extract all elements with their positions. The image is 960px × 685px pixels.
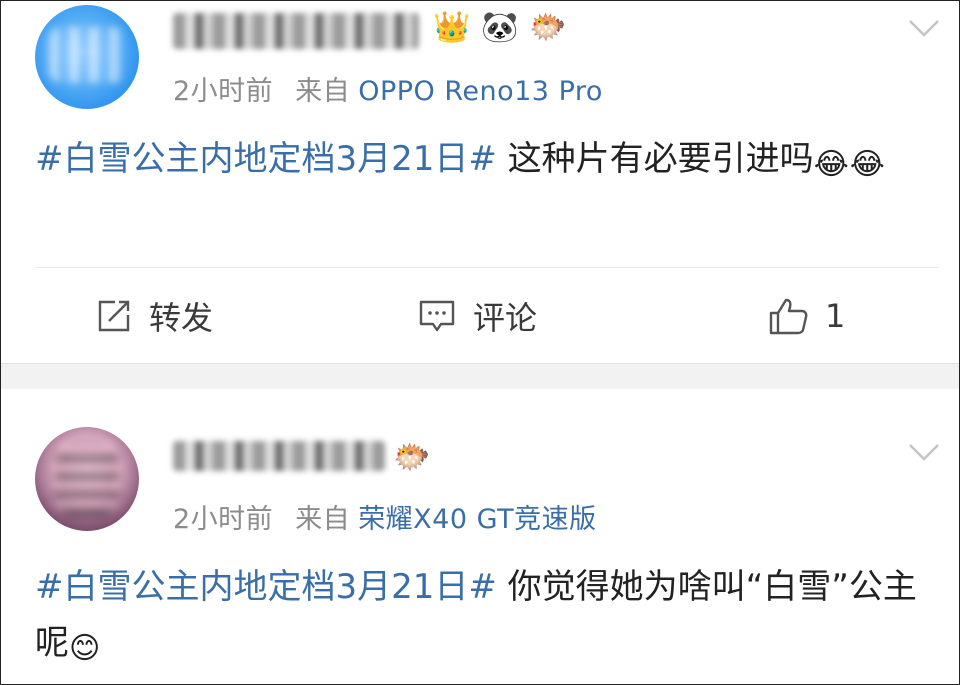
repost-icon xyxy=(98,300,130,332)
panda-icon: 🐼 xyxy=(481,10,519,45)
post-card: 👑 🐼 🐡 2小时前 来自 OPPO Reno13 Pro #白雪公主内地定档3月2… xyxy=(1,1,959,363)
source-label: 来自 xyxy=(295,504,351,535)
comment-button[interactable]: 评论 xyxy=(417,291,537,341)
laugh-cry-emoji-icon: 😂 xyxy=(813,147,849,182)
comment-label: 评论 xyxy=(473,299,538,337)
like-button[interactable]: 1 xyxy=(767,291,845,341)
avatar[interactable] xyxy=(35,427,139,531)
post-meta: 2小时前 来自 OPPO Reno13 Pro xyxy=(173,69,603,108)
avatar[interactable] xyxy=(35,5,139,109)
post-time: 2小时前 xyxy=(173,76,274,107)
chevron-down-icon[interactable] xyxy=(907,11,941,45)
laugh-cry-emoji-icon: 😂 xyxy=(849,147,885,182)
repost-label: 转发 xyxy=(149,299,214,337)
repost-button[interactable]: 转发 xyxy=(95,291,213,341)
like-count: 1 xyxy=(825,297,846,335)
thumbs-up-icon xyxy=(769,298,808,335)
source-label: 来自 xyxy=(295,76,351,107)
post-card: 🐡 2小时前 来自 荣耀X40 GT竞速版 #白雪公主内地定档3月21日# 你觉得她… xyxy=(1,389,959,684)
feed-separator xyxy=(1,363,959,391)
fish-icon: 🐡 xyxy=(529,10,567,45)
hashtag-link[interactable]: #白雪公主内地定档3月21日# xyxy=(35,139,497,179)
post-text: #白雪公主内地定档3月21日# 这种片有必要引进吗😂😂 xyxy=(35,131,925,187)
divider xyxy=(35,267,939,268)
post-time: 2小时前 xyxy=(173,504,274,535)
source-device-link[interactable]: OPPO Reno13 Pro xyxy=(358,76,603,107)
post-meta: 2小时前 来自 荣耀X40 GT竞速版 xyxy=(173,497,597,536)
crown-icon: 👑 xyxy=(433,10,471,45)
username-blurred[interactable] xyxy=(173,13,419,49)
hashtag-link[interactable]: #白雪公主内地定档3月21日# xyxy=(35,567,497,607)
fish-icon: 🐡 xyxy=(393,440,431,475)
chevron-down-icon[interactable] xyxy=(907,435,941,469)
username-blurred[interactable] xyxy=(173,441,385,471)
source-device-link[interactable]: 荣耀X40 GT竞速版 xyxy=(358,504,596,535)
smile-emoji-icon: 😊 xyxy=(69,631,101,666)
post-text: #白雪公主内地定档3月21日# 你觉得她为啥叫“白雪”公主呢😊 xyxy=(35,559,925,671)
comment-icon xyxy=(419,300,455,332)
weibo-feed: 👑 🐼 🐡 2小时前 来自 OPPO Reno13 Pro #白雪公主内地定档3月2… xyxy=(0,0,960,685)
post-body: 这种片有必要引进吗 xyxy=(496,139,814,179)
